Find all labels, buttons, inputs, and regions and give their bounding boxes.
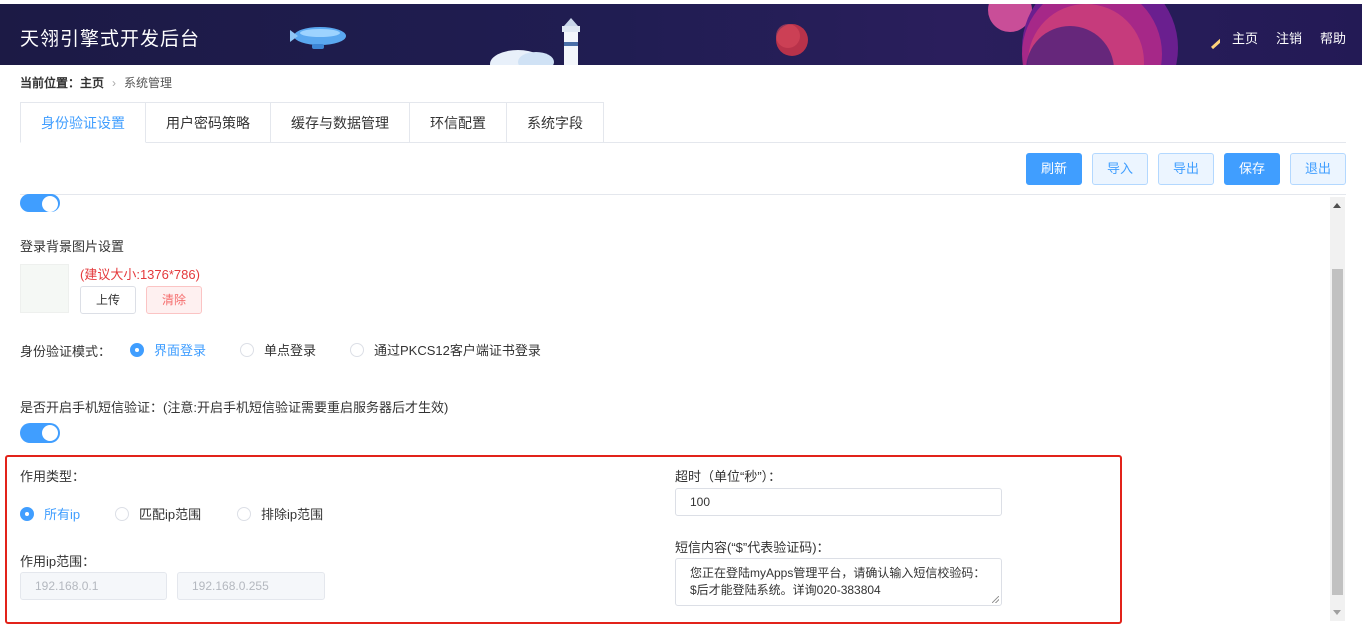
nav-help-link[interactable]: 帮助 bbox=[1320, 28, 1346, 47]
galaxy-decoration bbox=[988, 4, 1220, 65]
app-header: 天翎引擎式开发后台 主页 注销 帮助 bbox=[0, 4, 1362, 65]
chevron-right-icon: › bbox=[112, 76, 117, 90]
radio-label: 排除ip范围 bbox=[261, 507, 324, 522]
radio-ui-login[interactable]: 界面登录 bbox=[130, 340, 206, 359]
exit-button[interactable]: 退出 bbox=[1290, 153, 1346, 185]
login-bg-label: 登录背景图片设置 bbox=[20, 239, 125, 254]
scroll-up-icon[interactable] bbox=[1333, 203, 1341, 208]
settings-tabs: 身份验证设置 用户密码策略 缓存与数据管理 环信配置 系统字段 bbox=[20, 102, 604, 143]
toolbar-divider bbox=[20, 194, 1346, 195]
ip-range-label: 作用ip范围： bbox=[20, 554, 96, 569]
export-button[interactable]: 导出 bbox=[1158, 153, 1214, 185]
radio-dot bbox=[130, 342, 144, 357]
save-button[interactable]: 保存 bbox=[1224, 153, 1280, 185]
radio-label: 所有ip bbox=[44, 507, 81, 522]
timeout-input[interactable]: 100 bbox=[675, 488, 1002, 516]
tab-system-fields[interactable]: 系统字段 bbox=[507, 102, 604, 143]
sms-content-text: 您正在登陆myApps管理平台，请确认输入短信校验码：$后才能登陆系统。详询02… bbox=[690, 566, 986, 597]
radio-label: 界面登录 bbox=[154, 343, 207, 358]
sms-verify-switch[interactable] bbox=[20, 423, 60, 443]
ip-start-input[interactable]: 192.168.0.1 bbox=[20, 572, 167, 600]
timeout-label: 超时（单位“秒”）： bbox=[675, 469, 782, 484]
radio-sso-login[interactable]: 单点登录 bbox=[240, 340, 316, 359]
tab-easemob-config[interactable]: 环信配置 bbox=[410, 102, 507, 143]
blimp-icon bbox=[290, 27, 346, 49]
header-nav: 主页 注销 帮助 bbox=[1232, 28, 1346, 47]
tab-auth-settings[interactable]: 身份验证设置 bbox=[20, 102, 146, 143]
tab-password-policy[interactable]: 用户密码策略 bbox=[146, 102, 271, 143]
previous-toggle-switch[interactable] bbox=[20, 194, 60, 212]
sms-content-textarea[interactable]: 您正在登陆myApps管理平台，请确认输入短信校验码：$后才能登陆系统。详询02… bbox=[675, 558, 1002, 606]
scrollbar-thumb[interactable] bbox=[1332, 269, 1343, 595]
scroll-down-icon[interactable] bbox=[1333, 610, 1341, 615]
import-button[interactable]: 导入 bbox=[1092, 153, 1148, 185]
breadcrumb-prefix: 当前位置： bbox=[20, 76, 81, 90]
radio-pkcs12-login[interactable]: 通过PKCS12客户端证书登录 bbox=[350, 340, 541, 359]
breadcrumb-home[interactable]: 主页 bbox=[80, 76, 104, 90]
radio-label: 通过PKCS12客户端证书登录 bbox=[374, 343, 541, 358]
upload-button[interactable]: 上传 bbox=[80, 286, 136, 314]
radio-dot bbox=[350, 342, 364, 357]
content-scrollbar[interactable] bbox=[1330, 197, 1345, 621]
login-bg-size-hint: (建议大小:1376*786) bbox=[80, 267, 200, 282]
sms-content-label: 短信内容(“$”代表验证码)： bbox=[675, 540, 830, 555]
sms-verify-label: 是否开启手机短信验证：(注意:开启手机短信验证需要重启服务器后才生效) bbox=[20, 400, 449, 415]
scope-type-label: 作用类型： bbox=[20, 469, 86, 484]
radio-dot bbox=[20, 506, 34, 521]
login-bg-preview bbox=[20, 264, 69, 313]
refresh-button[interactable]: 刷新 bbox=[1026, 153, 1082, 185]
radio-match-ip-range[interactable]: 匹配ip范围 bbox=[115, 504, 201, 523]
radio-dot bbox=[240, 342, 254, 357]
radio-dot bbox=[237, 506, 251, 521]
planet-decoration bbox=[776, 24, 808, 56]
radio-label: 匹配ip范围 bbox=[139, 507, 202, 522]
clear-button[interactable]: 清除 bbox=[146, 286, 202, 314]
radio-all-ip[interactable]: 所有ip bbox=[20, 504, 80, 523]
nav-home-link[interactable]: 主页 bbox=[1232, 28, 1258, 47]
app-title: 天翎引擎式开发后台 bbox=[20, 29, 201, 50]
ip-end-input[interactable]: 192.168.0.255 bbox=[177, 572, 325, 600]
resize-grip-icon[interactable] bbox=[992, 596, 999, 603]
radio-label: 单点登录 bbox=[264, 343, 317, 358]
nav-logout-link[interactable]: 注销 bbox=[1276, 28, 1302, 47]
tabs-divider bbox=[20, 142, 1346, 143]
breadcrumb: 当前位置：主页 › 系统管理 bbox=[20, 74, 172, 91]
tab-cache-data[interactable]: 缓存与数据管理 bbox=[271, 102, 410, 143]
auth-mode-label: 身份验证模式： bbox=[20, 344, 112, 359]
radio-exclude-ip-range[interactable]: 排除ip范围 bbox=[237, 504, 323, 523]
toolbar: 刷新 导入 导出 保存 退出 bbox=[1026, 153, 1346, 185]
breadcrumb-current: 系统管理 bbox=[124, 76, 173, 90]
radio-dot bbox=[115, 506, 129, 521]
lighthouse-illustration bbox=[490, 18, 580, 65]
